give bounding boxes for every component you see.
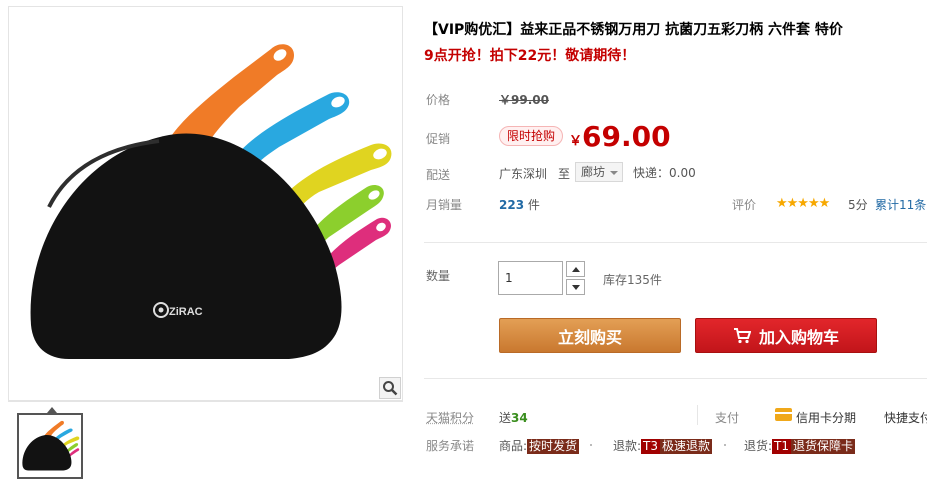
monthly-sales-count: 223 xyxy=(499,198,525,212)
zoom-icon[interactable] xyxy=(379,377,401,399)
quantity-label: 数量 xyxy=(426,269,451,283)
points-value: 34 xyxy=(511,411,528,425)
cart-icon xyxy=(733,327,751,343)
add-to-cart-label: 加入购物车 xyxy=(758,327,839,347)
buy-now-button[interactable]: 立刻购买 xyxy=(499,318,681,353)
goods-label: 商品: xyxy=(499,439,528,453)
sale-price: 69.00 xyxy=(582,120,671,153)
brand-logo-text: ZiRAC xyxy=(169,306,203,318)
product-image[interactable]: ZiRAC xyxy=(8,6,403,401)
price-label: 价格 xyxy=(426,93,451,107)
promo-label: 促销 xyxy=(426,132,451,146)
divider xyxy=(697,405,698,425)
promo-subtitle: 9点开抢！拍下22元！敬请期待！ xyxy=(424,48,636,64)
service-goods: 商品: 按时发货 xyxy=(499,437,580,454)
monthly-sales-unit: 件 xyxy=(527,198,540,212)
buy-now-label: 立刻购买 xyxy=(557,327,622,347)
refund-code-tag[interactable]: T3 xyxy=(641,439,661,454)
thumbnail-1[interactable] xyxy=(17,413,83,479)
service-return: 退货: T1 退货保障卡 xyxy=(744,437,856,454)
quantity-input[interactable]: 1 xyxy=(498,261,563,295)
knife-block-illustration: ZiRAC xyxy=(30,44,392,359)
product-page: ZiRAC 【VIP购优汇】益来正品不锈钢万用刀 抗菌刀五彩刀柄 六件套 特价 … xyxy=(0,0,927,493)
return-guarantee-tag[interactable]: 退货保障卡 xyxy=(791,439,856,454)
stock-count: 库存135件 xyxy=(603,273,662,287)
monthly-sales-label: 月销量 xyxy=(426,198,463,212)
separator-dot xyxy=(724,444,726,446)
rating-score: 5分 xyxy=(848,198,868,212)
product-info: 【VIP购优汇】益来正品不锈钢万用刀 抗菌刀五彩刀柄 六件套 特价 9点开抢！拍… xyxy=(424,0,927,493)
tmall-points-label[interactable]: 天猫积分 xyxy=(426,409,474,426)
rating-label: 评价 xyxy=(732,198,757,212)
add-to-cart-button[interactable]: 加入购物车 xyxy=(695,318,877,353)
return-code-tag[interactable]: T1 xyxy=(772,439,792,454)
chevron-down-icon xyxy=(571,284,580,290)
rating-stars-icon: ★★★★★ xyxy=(776,196,830,211)
chevron-up-icon xyxy=(571,266,580,272)
ship-from: 广东深圳 xyxy=(499,167,548,181)
currency-symbol: ￥ xyxy=(569,134,583,149)
refund-label: 退款: xyxy=(613,439,642,453)
destination-value: 廊坊 xyxy=(581,165,606,179)
points-prefix: 送 xyxy=(499,411,512,425)
shipping-label: 配送 xyxy=(426,168,451,182)
fast-refund-tag[interactable]: 极速退款 xyxy=(660,439,713,454)
increase-quantity-button[interactable] xyxy=(566,261,585,277)
service-refund: 退款: T3 极速退款 xyxy=(613,437,713,454)
thumbnail-strip xyxy=(8,401,403,489)
decrease-quantity-button[interactable] xyxy=(566,279,585,295)
separator-dot xyxy=(590,444,592,446)
divider xyxy=(424,378,927,379)
ship-to-word: 至 xyxy=(558,167,571,181)
chevron-down-icon xyxy=(610,171,618,175)
credit-card-icon xyxy=(775,408,792,421)
return-label: 退货: xyxy=(744,439,773,453)
original-price: ￥99.00 xyxy=(499,93,549,107)
quick-pay-link[interactable]: 快捷支付 xyxy=(884,409,927,426)
on-time-delivery-tag[interactable]: 按时发货 xyxy=(527,439,580,454)
flash-sale-badge: 限时抢购 xyxy=(499,126,564,146)
destination-select[interactable]: 廊坊 xyxy=(575,162,623,182)
service-label: 服务承诺 xyxy=(426,439,475,453)
express-fee: 快递：0.00 xyxy=(633,166,696,180)
divider xyxy=(424,242,927,243)
review-total-link[interactable]: 累计11条 xyxy=(875,196,926,213)
product-title: 【VIP购优汇】益来正品不锈钢万用刀 抗菌刀五彩刀柄 六件套 特价 xyxy=(424,22,843,38)
payment-label: 支付 xyxy=(715,411,740,425)
credit-installment-link[interactable]: 信用卡分期 xyxy=(796,409,856,426)
